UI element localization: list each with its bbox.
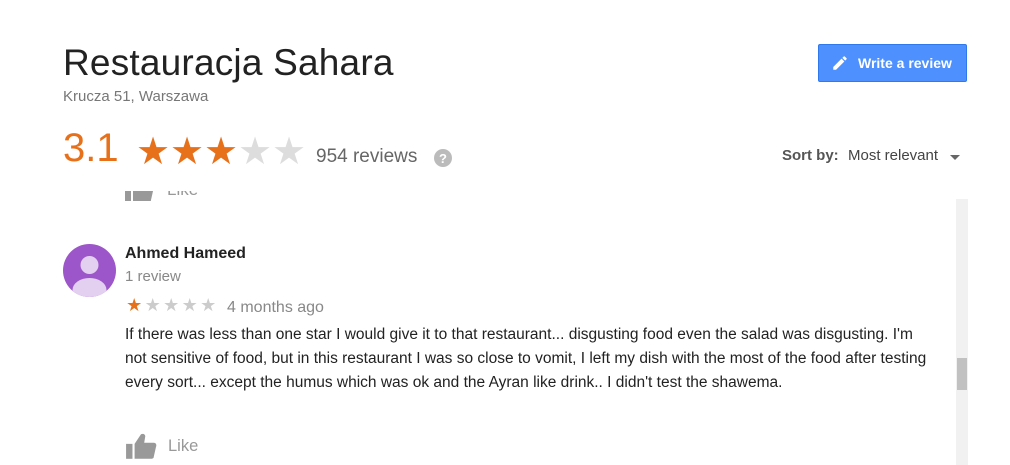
previous-review-like-button[interactable]: Like	[124, 191, 204, 201]
rating-star-empty-icon: ★	[272, 131, 307, 173]
like-label: Like	[168, 436, 199, 455]
write-review-label: Write a review	[858, 55, 952, 71]
caret-down-icon[interactable]	[950, 155, 960, 160]
reviewer-avatar[interactable]	[63, 244, 116, 297]
rating-star-filled-icon: ★	[136, 131, 171, 173]
review-star-empty-icon: ★	[163, 295, 180, 315]
rating-star-empty-icon: ★	[238, 131, 273, 173]
average-rating: 3.1	[63, 126, 119, 170]
previous-review-like-label: Like	[167, 191, 198, 200]
person-icon	[72, 256, 107, 297]
reviews-count-link[interactable]: 954 reviews	[316, 146, 417, 168]
like-button[interactable]: Like	[125, 432, 198, 460]
review-text: If there was less than one star I would …	[125, 326, 927, 392]
scrollbar-track[interactable]	[956, 199, 968, 465]
sort-label: Sort by:	[782, 147, 839, 164]
help-icon[interactable]: ?	[434, 149, 452, 167]
sort-dropdown[interactable]: Most relevant	[848, 147, 938, 164]
rating-star-filled-icon: ★	[170, 131, 205, 173]
thumbs-up-icon	[126, 433, 157, 459]
scrollbar-thumb[interactable]	[957, 358, 967, 390]
review-time: 4 months ago	[227, 299, 324, 316]
place-address: Krucza 51, Warszawa	[63, 88, 209, 105]
review-star-empty-icon: ★	[200, 295, 217, 315]
write-review-button[interactable]: Write a review	[818, 44, 967, 82]
place-name: Restauracja Sahara	[63, 42, 394, 83]
thumbs-up-icon	[125, 191, 153, 201]
reviewer-review-count: 1 review	[125, 268, 181, 285]
review-star-filled-icon: ★	[126, 295, 143, 315]
reviewer-name[interactable]: Ahmed Hameed	[125, 245, 246, 263]
review-star-empty-icon: ★	[144, 295, 161, 315]
rating-star-filled-icon: ★	[204, 131, 239, 173]
pencil-icon	[831, 54, 849, 72]
review-star-empty-icon: ★	[181, 295, 198, 315]
review-stars: ★ ★ ★ ★ ★	[125, 295, 218, 315]
average-rating-stars: ★ ★ ★ ★ ★	[136, 133, 306, 171]
